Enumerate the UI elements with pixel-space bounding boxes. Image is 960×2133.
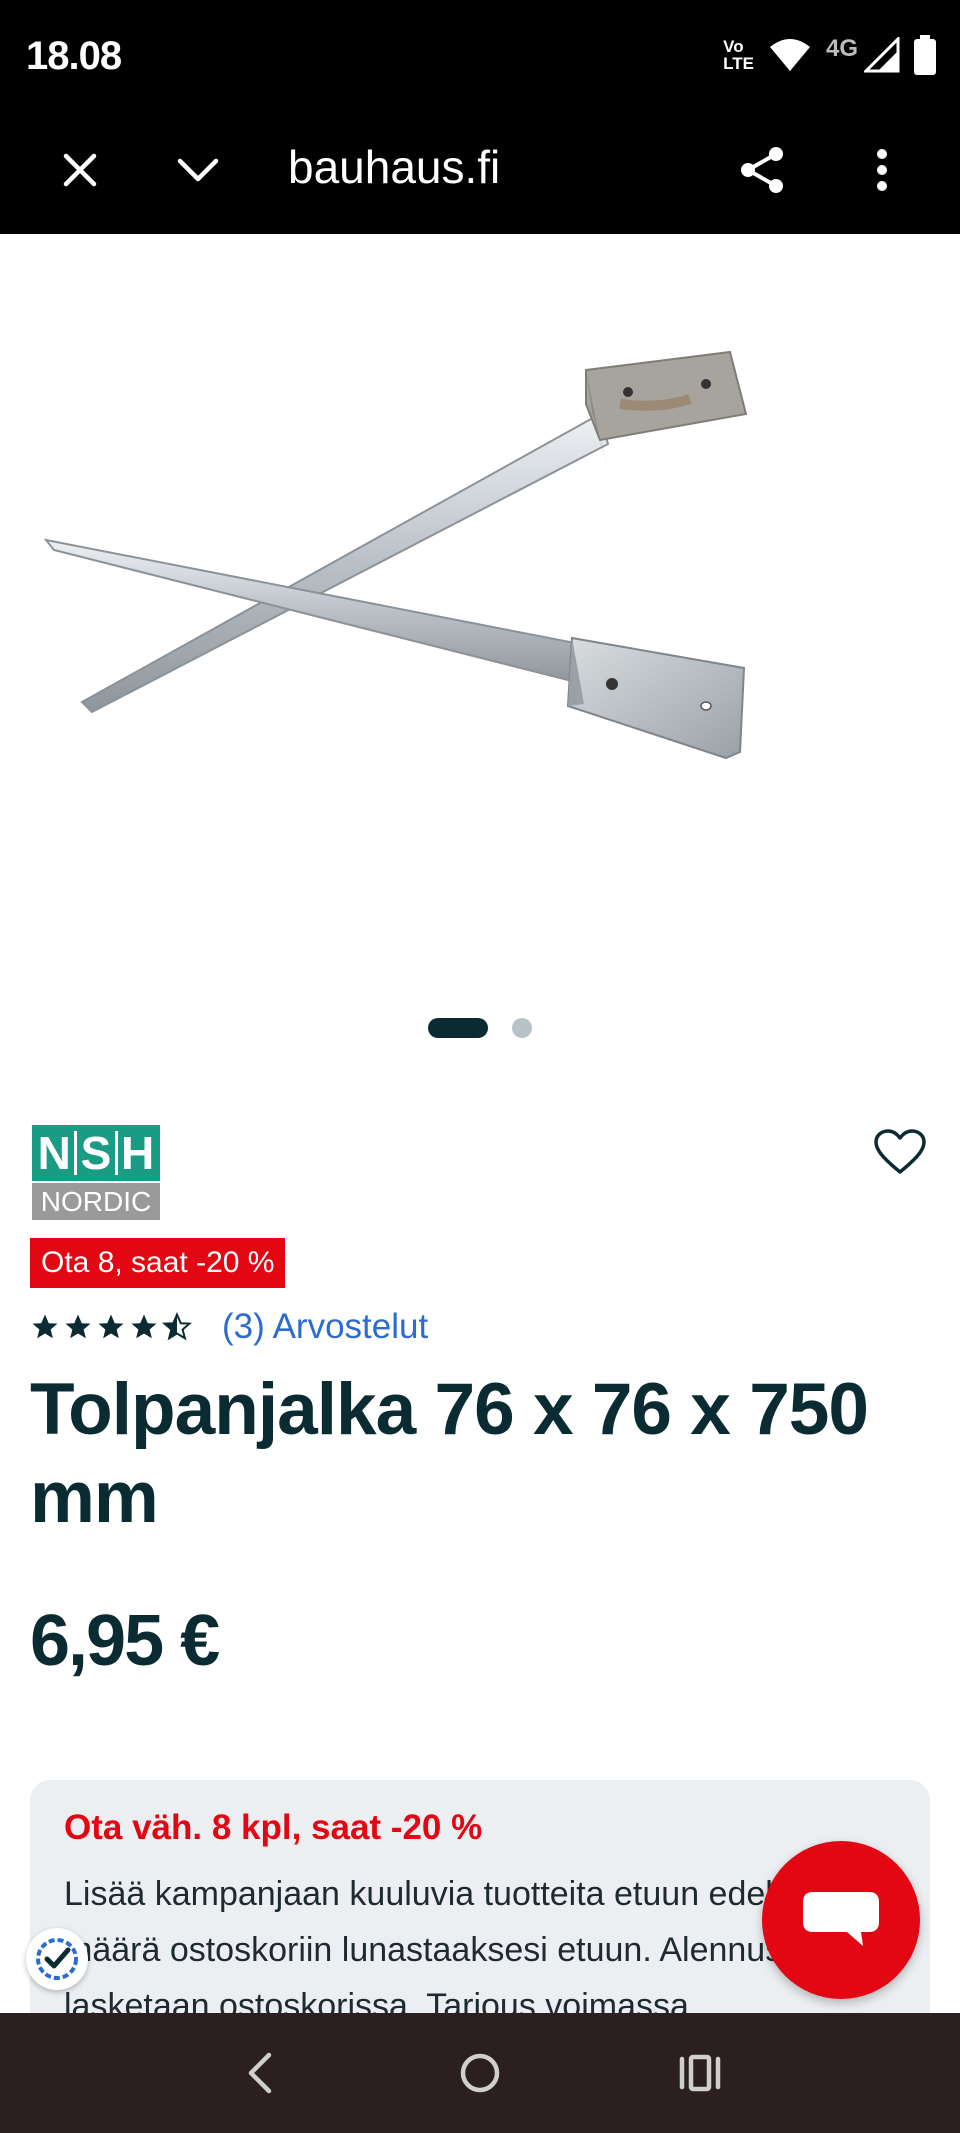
recents-icon <box>679 2054 721 2092</box>
product-image[interactable] <box>0 234 960 994</box>
status-bar: 18.08 Vo LTE 4G <box>0 0 960 110</box>
battery-icon <box>914 35 936 75</box>
rating-stars <box>30 1312 192 1342</box>
close-tab-button[interactable] <box>48 138 112 202</box>
status-icons: Vo LTE 4G <box>723 30 936 80</box>
brand-logo[interactable]: N S H NORDIC <box>32 1125 160 1220</box>
volte-icon: Vo LTE <box>723 37 754 73</box>
more-options-button[interactable] <box>850 138 914 202</box>
browser-toolbar: bauhaus.fi <box>0 110 960 234</box>
chevron-down-icon <box>177 158 219 182</box>
more-vertical-icon <box>877 149 887 191</box>
star-full-icon <box>98 1314 124 1339</box>
heart-icon <box>874 1129 926 1174</box>
star-full-icon <box>32 1314 58 1339</box>
back-icon <box>248 2052 272 2094</box>
status-time: 18.08 <box>26 34 122 78</box>
close-icon <box>63 153 97 187</box>
nav-home-button[interactable] <box>440 2033 520 2113</box>
promo-badge: Ota 8, saat -20 % <box>30 1238 286 1288</box>
carousel-indicator[interactable] <box>0 1018 960 1038</box>
star-full-icon <box>131 1314 157 1339</box>
promotion-title: Ota väh. 8 kpl, saat -20 % <box>64 1808 483 1847</box>
minimize-button[interactable] <box>166 138 230 202</box>
chat-bubble-icon <box>803 1892 879 1946</box>
network-type: 4G <box>825 35 858 62</box>
product-title: Tolpanjalka 76 x 76 x 750 mm <box>30 1369 869 1538</box>
favorite-button[interactable] <box>868 1122 932 1182</box>
home-icon <box>460 2053 500 2093</box>
product-price: 6,95 € <box>30 1601 220 1681</box>
carousel-dot[interactable] <box>512 1018 532 1038</box>
star-half-icon <box>162 1312 192 1341</box>
nav-back-button[interactable] <box>220 2033 300 2113</box>
checkmark-badge-icon <box>36 1938 78 1980</box>
signal-icon <box>864 37 900 73</box>
product-rating[interactable]: (3) Arvostelut <box>30 1304 428 1350</box>
share-icon <box>741 147 783 193</box>
url-text[interactable]: bauhaus.fi <box>288 140 500 194</box>
star-full-icon <box>65 1314 91 1339</box>
wifi-icon <box>769 39 810 71</box>
reviews-link[interactable]: (3) Arvostelut <box>222 1307 428 1347</box>
chat-button[interactable] <box>762 1841 920 1999</box>
nav-recents-button[interactable] <box>660 2033 740 2113</box>
carousel-dot-active[interactable] <box>428 1018 488 1038</box>
share-button[interactable] <box>730 138 794 202</box>
trust-badge[interactable] <box>26 1928 88 1990</box>
system-nav-bar <box>0 2013 960 2133</box>
